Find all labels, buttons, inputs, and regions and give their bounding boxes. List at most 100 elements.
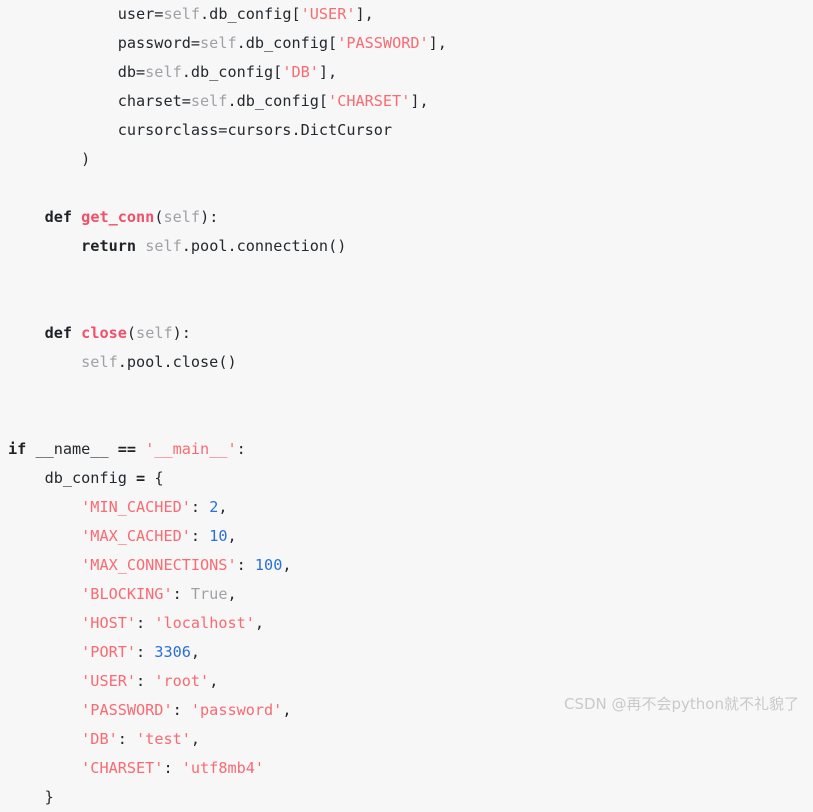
code-listing: user=self.db_config['USER'], password=se… (0, 0, 813, 812)
code-token: : (172, 585, 191, 603)
code-token: 2 (209, 498, 219, 516)
code-token: self (136, 324, 173, 342)
code-token: ): (172, 324, 191, 342)
code-token: 'MIN_CACHED' (81, 498, 191, 516)
code-token: 'HOST' (81, 614, 137, 632)
code-token: .db_config[ (236, 34, 338, 52)
code-token: 'localhost' (154, 614, 255, 632)
code-token: 10 (209, 527, 228, 545)
code-token: 'DB' (81, 730, 118, 748)
code-token: , (190, 643, 201, 661)
code-token: : (136, 643, 155, 661)
line-blank-1 (0, 174, 813, 203)
code-token: db_config (8, 469, 137, 487)
code-token: : (136, 672, 155, 690)
line-port: 'PORT': 3306, (0, 638, 813, 667)
code-token: : (190, 527, 210, 545)
code-token: self (145, 63, 182, 81)
code-token: } (8, 788, 54, 806)
code-token: return (81, 237, 137, 255)
code-token: : (117, 730, 137, 748)
code-token: , (227, 585, 237, 603)
code-token: 'utf8mb4' (181, 759, 265, 777)
line-close-paren: ) (0, 145, 813, 174)
code-token: self (190, 92, 228, 110)
line-max-cached: 'MAX_CACHED': 10, (0, 522, 813, 551)
line-charset-arg: charset=self.db_config['CHARSET'], (0, 87, 813, 116)
code-token: .db_config[ (200, 5, 301, 23)
code-token: ], (355, 5, 374, 23)
line-blank-3 (0, 290, 813, 319)
code-token: 100 (254, 556, 283, 574)
code-token: ( (126, 324, 137, 342)
code-token: close (81, 324, 127, 342)
line-dict-close: } (0, 783, 813, 812)
code-token: , (218, 498, 228, 516)
code-token: __name__ (26, 440, 118, 458)
line-db-arg: db=self.db_config['DB'], (0, 58, 813, 87)
code-token: 'test' (136, 730, 191, 748)
line-pool-close: self.pool.close() (0, 348, 813, 377)
line-host: 'HOST': 'localhost', (0, 609, 813, 638)
line-if-main: if __name__ == '__main__': (0, 435, 813, 464)
line-db-config-open: db_config = { (0, 464, 813, 493)
code-token: , (209, 672, 219, 690)
line-db: 'DB': 'test', (0, 725, 813, 754)
code-token: 'password' (190, 701, 283, 719)
code-token: def (44, 324, 73, 342)
line-user: 'USER': 'root', (0, 667, 813, 696)
code-token: ], (410, 92, 429, 110)
code-token: { (145, 469, 164, 487)
code-token: , (282, 701, 292, 719)
line-blocking: 'BLOCKING': True, (0, 580, 813, 609)
code-editor-pane: user=self.db_config['USER'], password=se… (0, 0, 813, 806)
code-token: : (190, 498, 210, 516)
code-token: .pool.close() (117, 353, 237, 371)
code-token: .db_config[ (181, 63, 283, 81)
code-token: 'CHARSET' (328, 92, 411, 110)
code-token: 'CHARSET' (81, 759, 164, 777)
line-def-get-conn: def get_conn(self): (0, 203, 813, 232)
code-token: True (190, 585, 228, 603)
code-token: , (227, 527, 237, 545)
line-max-connections: 'MAX_CONNECTIONS': 100, (0, 551, 813, 580)
line-def-close: def close(self): (0, 319, 813, 348)
line-blank-4 (0, 377, 813, 406)
code-token: 'BLOCKING' (81, 585, 173, 603)
code-token: : (172, 701, 191, 719)
code-token: charset= (8, 92, 191, 110)
code-token: 'MAX_CONNECTIONS' (81, 556, 237, 574)
code-token: password= (8, 34, 201, 52)
code-token: self (163, 5, 201, 23)
line-min-cached: 'MIN_CACHED': 2, (0, 493, 813, 522)
code-token: 'PORT' (81, 643, 137, 661)
code-token: if (8, 440, 27, 458)
code-token: , (282, 556, 292, 574)
line-charset: 'CHARSET': 'utf8mb4' (0, 754, 813, 783)
code-token: def (44, 208, 73, 226)
code-token: ) (8, 150, 91, 168)
code-token: 'PASSWORD' (337, 34, 429, 52)
code-token: self (200, 34, 237, 52)
line-user-arg: user=self.db_config['USER'], (0, 0, 813, 29)
code-token: = (136, 469, 146, 487)
line-cursorclass-arg: cursorclass=cursors.DictCursor (0, 116, 813, 145)
code-token: , (254, 614, 265, 632)
csdn-watermark: CSDN @再不会python就不礼貌了 (563, 695, 799, 713)
code-token: == (117, 440, 137, 458)
code-token: : (236, 440, 246, 458)
code-token: 'USER' (300, 5, 356, 23)
code-token: '__main__' (145, 440, 237, 458)
code-token: .db_config[ (227, 92, 329, 110)
